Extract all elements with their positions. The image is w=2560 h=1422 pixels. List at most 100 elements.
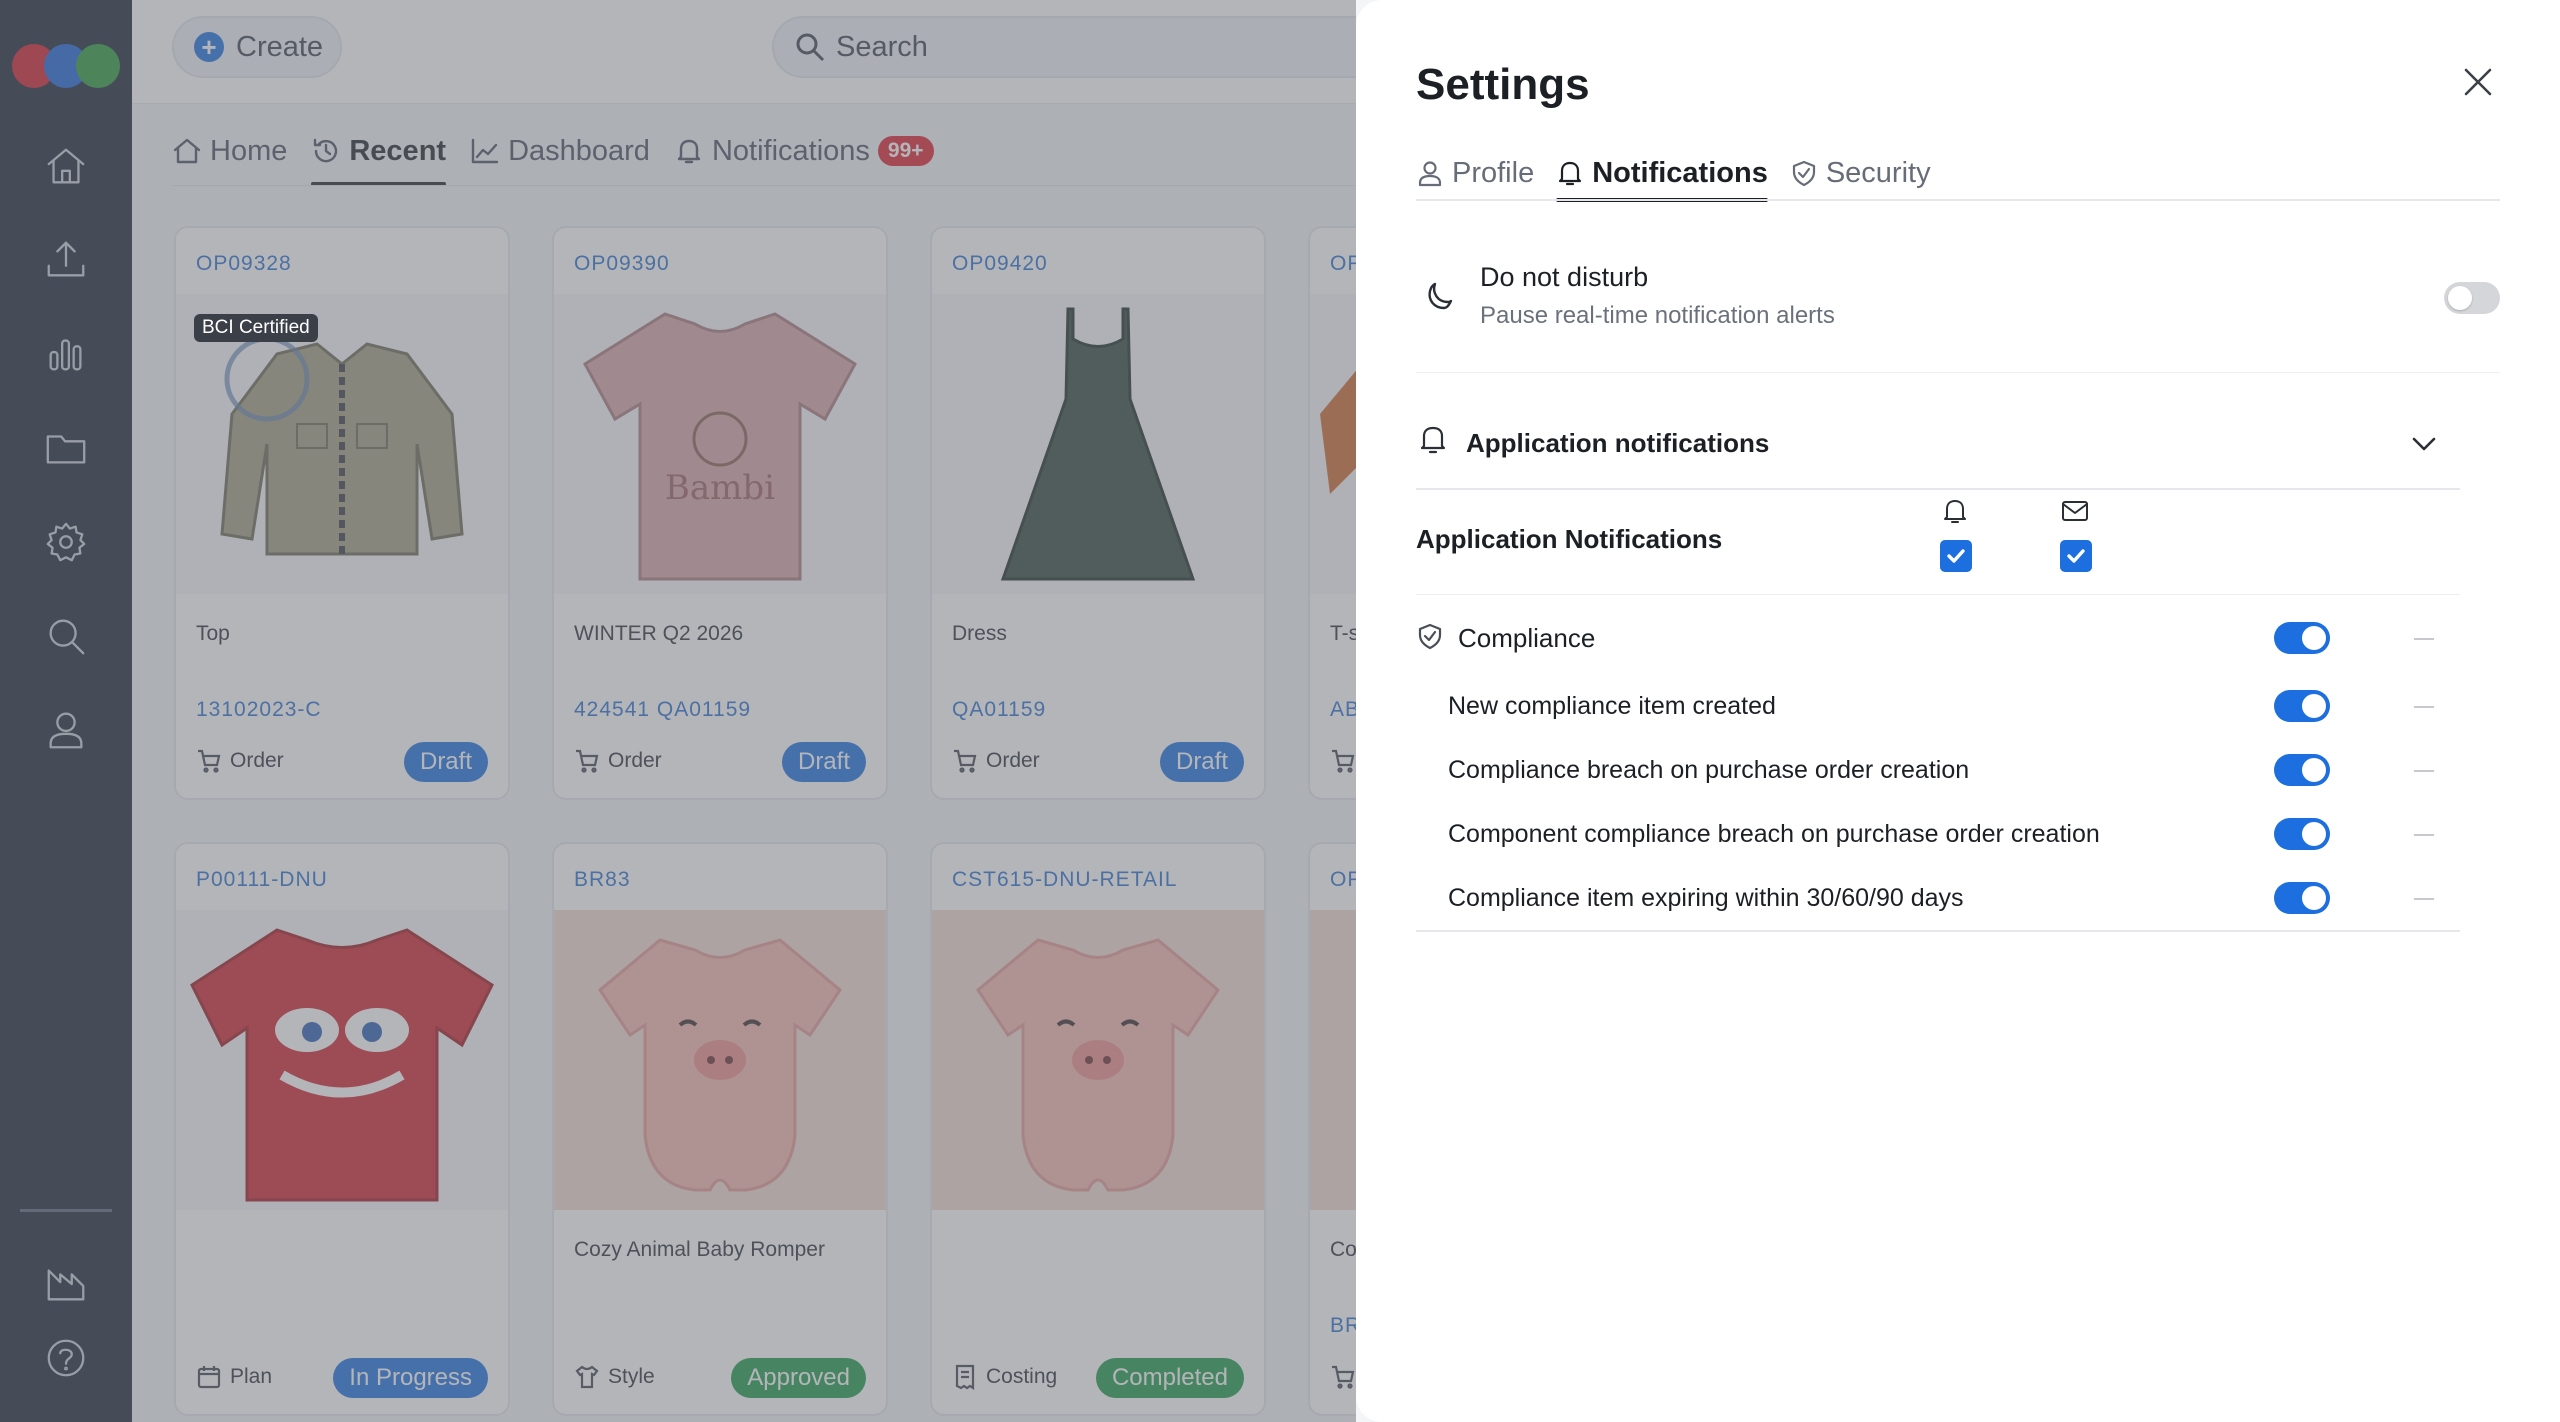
card-code[interactable]: OP09328 [196,252,292,276]
romper-image [932,910,1264,1210]
card-code[interactable]: P00111-DNU [196,868,328,892]
factory-icon[interactable] [40,1258,92,1310]
tab-recent[interactable]: Recent [311,120,446,186]
settings-tabs: Profile Notifications Security [1416,148,1953,202]
status-badge: Draft [403,742,488,782]
home-icon[interactable] [40,140,92,192]
compliance-item-toggle[interactable] [2274,690,2330,722]
calendar-icon [197,1366,221,1389]
bell-icon [677,139,701,164]
status-badge: In Progress [333,1358,488,1398]
card-type-label: Style [608,1365,655,1388]
tab-notifications-label: Notifications [711,134,870,167]
card-title: Coz [1330,1238,1356,1261]
card-br83[interactable]: BR83 Cozy Animal Baby Romper Style Appro… [552,842,888,1416]
cart-icon [576,749,599,773]
chevron-down-icon[interactable] [2408,428,2442,462]
card-op09420[interactable]: OP09420 Dress QA01159 Order Draft [930,226,1266,800]
tab-dashboard[interactable]: Dashboard [470,120,650,182]
tab-profile[interactable]: Profile [1416,148,1534,198]
card-reference[interactable]: 424541 QA01159 [574,698,751,722]
compliance-item-toggle[interactable] [2274,882,2330,914]
card-code[interactable]: CST615-DNU-RETAIL [952,868,1177,892]
card-title: T-sl [1330,622,1356,645]
compliance-toggle[interactable] [2274,622,2330,654]
compliance-item-label: New compliance item created [1448,692,1776,720]
card-type: Plan [196,1364,272,1390]
cars-tshirt-image [176,910,508,1210]
card-type-label: Order [230,749,284,772]
bell-icon [1416,422,1452,458]
tab-home-label: Home [210,134,288,167]
app-logo[interactable] [12,44,120,88]
card-type-label: Order [608,749,662,772]
card-reference[interactable]: QA01159 [952,698,1046,722]
card-p00111-dnu[interactable]: P00111-DNU Plan In Progress [174,842,510,1416]
search-input[interactable]: Search [772,16,1356,78]
create-label: Create [236,30,324,63]
product-image [1310,294,1356,594]
card-type-label: Costing [986,1365,1058,1388]
tab-security[interactable]: Security [1790,148,1931,198]
email-disabled-dash [2414,638,2434,640]
application-notifications-title: Application Notifications [1416,524,1723,554]
romper-image [554,910,886,1210]
card-reference[interactable]: 13102023-C [196,698,322,722]
compliance-item-label: Compliance item expiring within 30/60/90… [1448,884,1964,912]
tab-home[interactable]: Home [172,120,287,182]
bar-chart-icon[interactable] [40,328,92,380]
dnd-description: Pause real-time notification alerts [1480,302,1835,329]
close-icon [2464,68,2492,96]
tab-notifications[interactable]: Notifications [1556,148,1768,202]
status-badge: Completed [1095,1358,1244,1398]
card-type-label: Plan [230,1365,273,1388]
user-icon[interactable] [40,704,92,756]
card-type-label: Order [986,749,1040,772]
cart-icon [954,749,977,773]
shirt-icon [575,1365,599,1389]
card-code[interactable]: BR83 [574,868,631,892]
notifications-divider [1416,594,2460,595]
email-checkbox[interactable] [2060,540,2092,572]
email-disabled-dash [2414,706,2434,708]
settings-panel: Settings Profile Notifications Security … [1356,0,2560,1422]
cart-icon [198,749,221,773]
folder-icon[interactable] [40,422,92,474]
gear-icon[interactable] [40,516,92,568]
email-disabled-dash [2414,898,2434,900]
card-partial-2[interactable]: OPO Coz BR8 [1308,842,1356,1416]
moon-icon [1420,278,1460,318]
close-button[interactable] [2458,62,2498,102]
search-icon[interactable] [40,610,92,662]
section-title[interactable]: Application notifications [1466,428,1769,459]
dnd-toggle[interactable] [2444,282,2500,314]
card-type [1330,748,1356,774]
receipt-icon [955,1364,975,1390]
card-cst615-dnu-retail[interactable]: CST615-DNU-RETAIL Costing Completed [930,842,1266,1416]
card-op09328[interactable]: OP09328 BCI Certified Top 13102023-C Ord… [174,226,510,800]
status-badge: Approved [731,1358,866,1398]
compliance-item-toggle[interactable] [2274,818,2330,850]
product-image [1310,910,1356,1210]
card-code[interactable]: OP09420 [952,252,1048,276]
compliance-item-label: Component compliance breach on purchase … [1448,820,2100,848]
cart-icon [1332,1365,1355,1389]
tab-notifications[interactable]: Notifications 99+ [674,120,934,182]
card-code[interactable]: OP09390 [574,252,670,276]
compliance-item-toggle[interactable] [2274,754,2330,786]
tab-dashboard-label: Dashboard [508,134,650,167]
card-title: Dress [952,622,1007,645]
card-code[interactable]: OPO [1330,868,1356,892]
card-op09390[interactable]: OP09390 Bambi WINTER Q2 2026 424541 QA01… [552,226,888,800]
card-reference[interactable]: BR8 [1330,1314,1356,1338]
create-button[interactable]: + Create [172,16,342,78]
svg-text:Bambi: Bambi [665,468,775,508]
in-app-checkbox[interactable] [1940,540,1972,572]
card-reference[interactable]: ABC [1330,698,1356,722]
card-code[interactable]: OPO [1330,252,1356,276]
tab-profile-label: Profile [1452,156,1535,189]
help-icon[interactable] [40,1332,92,1384]
upload-icon[interactable] [40,234,92,286]
history-icon [314,138,338,163]
card-partial-1[interactable]: OPO T-sl ABC [1308,226,1356,800]
